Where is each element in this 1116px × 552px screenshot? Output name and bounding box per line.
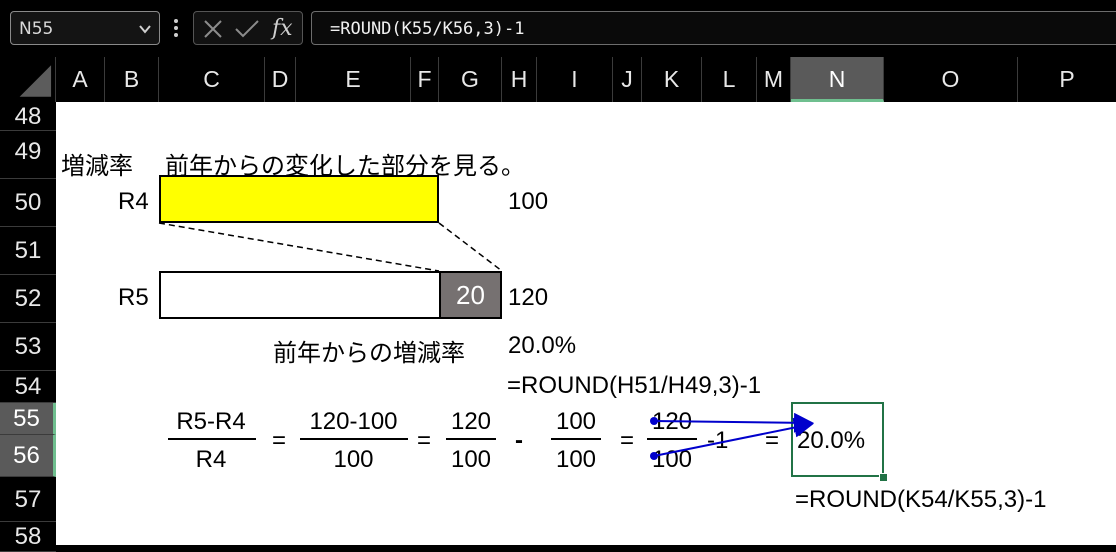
- insert-function-icon[interactable]: fx: [272, 16, 293, 41]
- column-header-i[interactable]: I: [537, 57, 613, 102]
- row-header-48[interactable]: 48: [0, 102, 56, 131]
- row-headers: 48 49 50 51 52 53 54 55 56 57 58: [0, 102, 56, 552]
- row-header-49[interactable]: 49: [0, 131, 56, 179]
- row-header-56[interactable]: 56: [0, 435, 56, 477]
- row-header-52[interactable]: 52: [0, 275, 56, 323]
- formula-input[interactable]: =ROUND(K55/K56,3)-1: [311, 11, 1116, 45]
- cancel-icon[interactable]: [202, 18, 224, 40]
- row-header-51[interactable]: 51: [0, 227, 56, 275]
- row-header-58[interactable]: 58: [0, 522, 56, 552]
- formula-text: =ROUND(K55/K56,3)-1: [330, 19, 525, 39]
- column-header-j[interactable]: J: [613, 57, 642, 102]
- column-header-m[interactable]: M: [757, 57, 791, 102]
- row-header-55[interactable]: 55: [0, 403, 56, 435]
- enter-check-icon[interactable]: [234, 18, 260, 40]
- column-header-b[interactable]: B: [105, 57, 159, 102]
- column-headers: A B C D E F G H I J K L M N O P: [0, 57, 1116, 102]
- column-header-h[interactable]: H: [502, 57, 537, 102]
- formula-bar: N55 fx =ROUND(K55/K56,3)-1: [0, 0, 1116, 57]
- chevron-down-icon[interactable]: [137, 21, 153, 37]
- row-header-54[interactable]: 54: [0, 371, 56, 403]
- worksheet-grid[interactable]: 増減率 前年からの変化した部分を見る。 R4 100 R5 20 120 前年か…: [56, 102, 1116, 545]
- result-formula-text: =ROUND(K54/K55,3)-1: [795, 486, 1047, 513]
- column-header-l[interactable]: L: [702, 57, 757, 102]
- column-header-f[interactable]: F: [411, 57, 439, 102]
- name-box[interactable]: N55: [10, 11, 160, 45]
- column-header-d[interactable]: D: [265, 57, 296, 102]
- column-header-k[interactable]: K: [642, 57, 702, 102]
- name-box-text: N55: [19, 19, 54, 39]
- column-header-e[interactable]: E: [296, 57, 411, 102]
- trace-precedent-arrows: [650, 412, 814, 460]
- column-header-n[interactable]: N: [791, 57, 884, 102]
- row-header-57[interactable]: 57: [0, 477, 56, 522]
- column-header-o[interactable]: O: [884, 57, 1018, 102]
- row-header-53[interactable]: 53: [0, 323, 56, 371]
- formula-buttons: fx: [193, 11, 303, 45]
- column-header-a[interactable]: A: [56, 57, 105, 102]
- column-header-c[interactable]: C: [159, 57, 265, 102]
- column-header-p[interactable]: P: [1018, 57, 1116, 102]
- select-all-corner[interactable]: [0, 57, 56, 102]
- more-options-icon[interactable]: [171, 15, 181, 41]
- column-header-g[interactable]: G: [439, 57, 502, 102]
- row-header-50[interactable]: 50: [0, 179, 56, 227]
